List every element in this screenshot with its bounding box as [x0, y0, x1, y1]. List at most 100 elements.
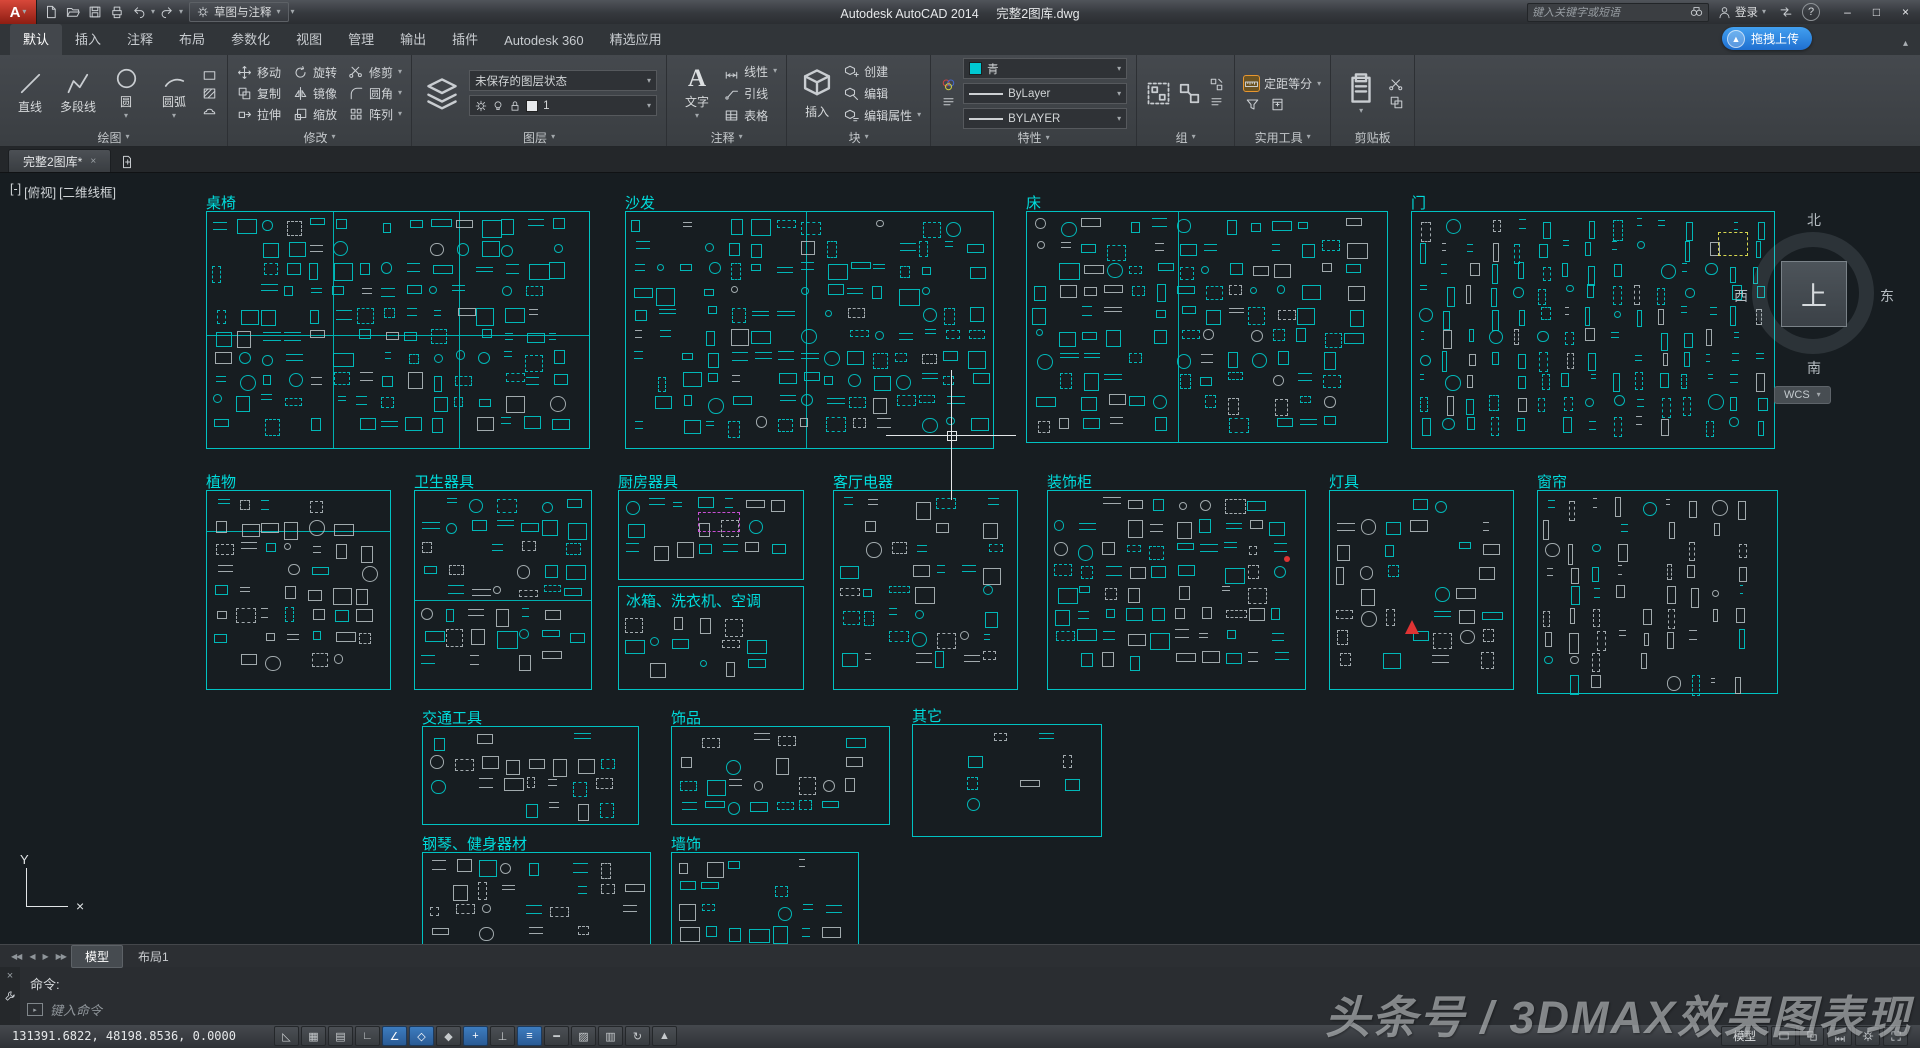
tool-copy[interactable]: 复制 [237, 84, 281, 102]
exchange-apps-button[interactable] [1775, 2, 1797, 22]
first-layout-button[interactable]: ◀◀ [8, 952, 24, 961]
status-toggle-snap-mode[interactable]: ▦ [301, 1026, 326, 1046]
status-toggle-quick-properties[interactable]: ▥ [598, 1026, 623, 1046]
signin-button[interactable]: 登录 ▾ [1714, 4, 1770, 20]
compass-south[interactable]: 南 [1734, 358, 1894, 378]
prev-layout-button[interactable]: ◀ [26, 952, 37, 961]
close-icon[interactable]: × [7, 970, 13, 982]
tool-arc[interactable]: 圆弧▾ [153, 66, 195, 120]
group-manager-button[interactable] [1208, 95, 1225, 110]
undo-button[interactable] [129, 3, 149, 22]
status-toggle-dynamic-ucs[interactable]: ⊥ [490, 1026, 515, 1046]
hatch-tool[interactable] [201, 86, 218, 101]
tool-fillet[interactable]: 圆角▾ [349, 84, 402, 102]
status-toggle-ortho-mode[interactable]: ∟ [355, 1026, 380, 1046]
tool-linear-dimension[interactable]: 线性▾ [724, 62, 777, 80]
status-toggle-annotation-monitor[interactable]: ▲ [652, 1026, 677, 1046]
minimize-button[interactable]: – [1833, 0, 1862, 24]
status-toggle-object-snap-tracking[interactable]: + [463, 1026, 488, 1046]
compass-north[interactable]: 北 [1734, 210, 1894, 230]
tab-featured-apps[interactable]: 精选应用 [597, 24, 675, 55]
group-edit-button[interactable] [1208, 77, 1225, 92]
revision-cloud-tool[interactable] [201, 104, 218, 119]
color-wheel-icon[interactable] [940, 77, 957, 92]
workspace-switcher[interactable]: 草图与注释 ▾ [189, 2, 289, 22]
tab-model[interactable]: 模型 [71, 945, 123, 968]
tab-default[interactable]: 默认 [10, 24, 62, 55]
linetype-dropdown[interactable]: BYLAYER▾ [963, 108, 1127, 129]
document-tab[interactable]: 完整2图库*× [8, 149, 111, 172]
status-toggle-dynamic-input[interactable]: ≡ [517, 1026, 542, 1046]
tool-trim[interactable]: 修剪▾ [349, 63, 402, 81]
tool-text[interactable]: A文字▾ [676, 66, 718, 120]
last-layout-button[interactable]: ▶▶ [53, 952, 69, 961]
next-layout-button[interactable]: ▶ [39, 952, 50, 961]
panel-label-groups[interactable]: 组▾ [1137, 128, 1234, 146]
panel-label-utilities[interactable]: 实用工具▾ [1235, 128, 1330, 146]
tool-polyline[interactable]: 多段线 [57, 71, 99, 115]
tab-layout[interactable]: 布局 [166, 24, 218, 55]
tool-move[interactable]: 移动 [237, 63, 281, 81]
panel-label-clipboard[interactable]: 剪贴板 [1331, 128, 1414, 146]
visual-style-control[interactable]: [二维线框] [59, 182, 116, 201]
save-button[interactable] [85, 3, 105, 22]
quick-view-layouts-button[interactable] [1771, 1026, 1796, 1046]
tool-array[interactable]: 阵列▾ [349, 105, 402, 123]
quick-calc-button[interactable] [1269, 97, 1286, 112]
tool-line[interactable]: 直线 [9, 71, 51, 115]
close-button[interactable]: × [1891, 0, 1920, 24]
status-toggle-polar-tracking[interactable]: ∠ [382, 1026, 407, 1046]
command-input[interactable]: ▸ 键入命令 [27, 1000, 102, 1019]
help-button[interactable]: ? [1802, 3, 1820, 21]
annotation-scale-button[interactable] [1827, 1026, 1852, 1046]
tab-layout1[interactable]: 布局1 [125, 946, 182, 967]
upload-overlay-badge[interactable]: ▲ 拖拽上传 [1722, 27, 1812, 50]
compass-east[interactable]: 东 [1880, 286, 1894, 306]
undo-dropdown[interactable]: ▾ [151, 8, 155, 16]
new-button[interactable] [41, 3, 61, 22]
rectangle-tool[interactable] [201, 68, 218, 83]
drawing-area[interactable]: [-] [俯视] [二维线框] 北 南 西 东 上 WCS▾ Y × 桌椅沙发床… [0, 172, 1920, 944]
viewcube[interactable]: 北 南 西 东 上 WCS▾ [1734, 206, 1894, 410]
command-window[interactable]: × 命令: ▸ 键入命令 [0, 966, 1920, 1025]
tool-measure[interactable]: 定距等分▾ [1244, 75, 1321, 93]
status-toggle-selection-cycling[interactable]: ↻ [625, 1026, 650, 1046]
tool-paste[interactable]: ▾ [1340, 71, 1382, 115]
group-button[interactable] [1146, 81, 1171, 106]
ribbon-minimize-button[interactable]: ▴ [1903, 38, 1908, 49]
panel-label-layers[interactable]: 图层▾ [412, 128, 666, 146]
wcs-dropdown[interactable]: WCS▾ [1774, 386, 1831, 404]
tab-annotate[interactable]: 注释 [114, 24, 166, 55]
status-toggle-infer-constraints[interactable]: ◺ [274, 1026, 299, 1046]
panel-label-draw[interactable]: 绘图▾ [0, 128, 227, 146]
tool-insert-block[interactable]: 插入 [796, 67, 838, 120]
tab-view[interactable]: 视图 [283, 24, 335, 55]
quick-view-drawings-button[interactable] [1799, 1026, 1824, 1046]
tool-circle[interactable]: 圆▾ [105, 66, 147, 120]
status-toggle-transparency[interactable]: ▨ [571, 1026, 596, 1046]
status-toggle-3d-object-snap[interactable]: ◆ [436, 1026, 461, 1046]
tool-layer-properties[interactable] [421, 76, 463, 110]
tab-parametric[interactable]: 参数化 [218, 24, 283, 55]
status-toggle-lineweight[interactable]: ━ [544, 1026, 569, 1046]
fullscreen-button[interactable] [1883, 1026, 1908, 1046]
redo-button[interactable] [157, 3, 177, 22]
viewport-menu-control[interactable]: [-] [10, 182, 21, 201]
redo-dropdown[interactable]: ▾ [179, 8, 183, 16]
panel-label-block[interactable]: 块▾ [787, 128, 930, 146]
tool-edit-block[interactable]: 编辑 [844, 84, 921, 102]
close-icon[interactable]: × [90, 156, 96, 167]
status-toggle-grid-display[interactable]: ▤ [328, 1026, 353, 1046]
tab-output[interactable]: 输出 [387, 24, 439, 55]
new-tab-button[interactable] [115, 152, 139, 172]
panel-label-modify[interactable]: 修改▾ [228, 128, 411, 146]
open-button[interactable] [63, 3, 83, 22]
plot-button[interactable] [107, 3, 127, 22]
viewcube-top-face[interactable]: 上 [1781, 261, 1847, 327]
model-space-button[interactable]: 模型 [1721, 1026, 1768, 1046]
tool-scale[interactable]: 缩放 [293, 105, 337, 123]
lineweight-dropdown[interactable]: ByLayer▾ [963, 83, 1127, 104]
tool-create-block[interactable]: 创建 [844, 62, 921, 80]
copy-clip-button[interactable] [1388, 95, 1405, 110]
qat-customize-dropdown[interactable]: ▾ [291, 8, 295, 16]
